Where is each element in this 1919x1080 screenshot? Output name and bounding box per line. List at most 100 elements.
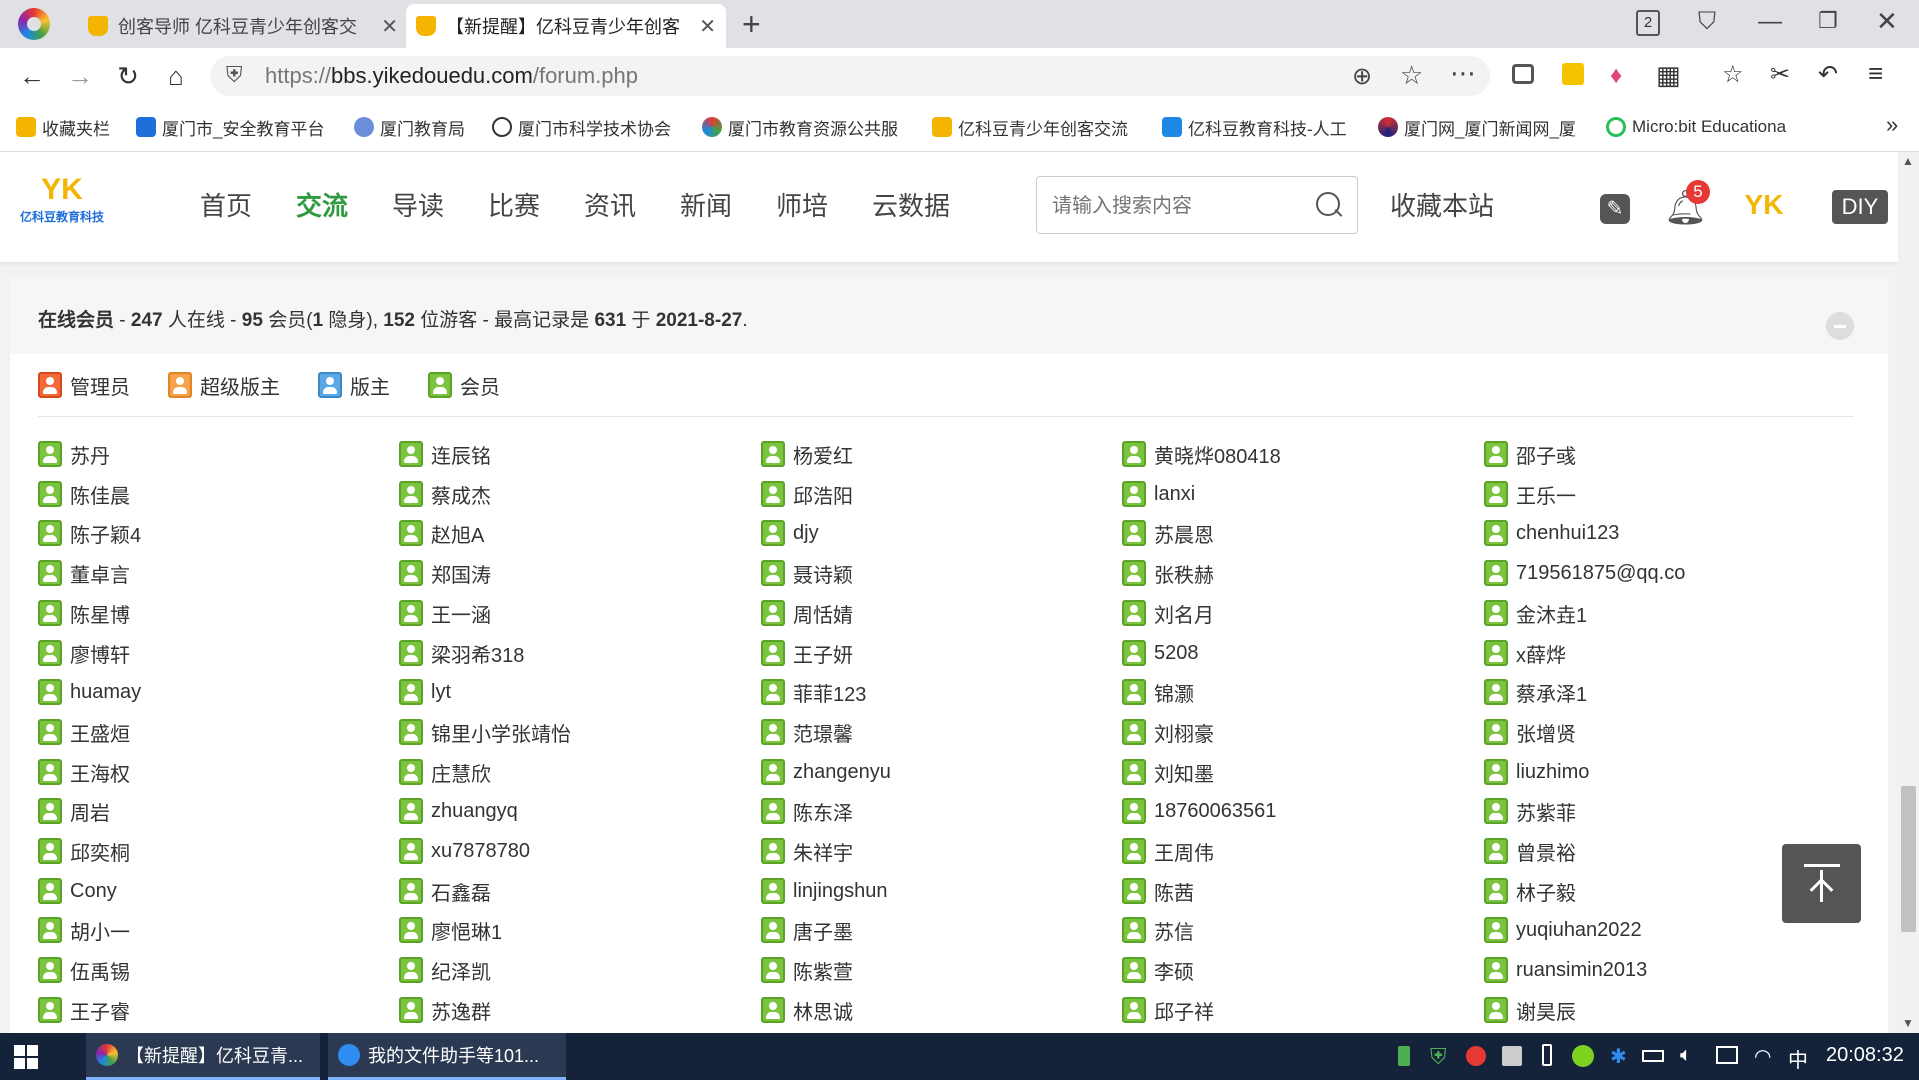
member-entry[interactable]: 王盛烜 (38, 718, 130, 746)
member-entry[interactable]: xu7878780 (399, 837, 530, 865)
member-entry[interactable]: lanxi (1122, 480, 1195, 508)
tray-wifi-icon[interactable]: ◠ (1754, 1044, 1771, 1069)
member-entry[interactable]: 郑国涛 (399, 559, 491, 587)
tray-bluetooth-icon[interactable]: ✱ (1610, 1044, 1627, 1069)
member-entry[interactable]: 谢昊辰 (1484, 996, 1576, 1024)
tray-security-shield-icon[interactable]: ⛨ (1430, 1044, 1447, 1070)
member-entry[interactable]: zhuangyq (399, 797, 518, 825)
member-entry[interactable]: 纪泽凯 (399, 956, 491, 984)
bookmark-site-link[interactable]: 收藏本站 (1390, 186, 1494, 223)
scroll-up-arrow-icon[interactable]: ▲ (1902, 154, 1914, 168)
member-name-link[interactable]: 庄慧欣 (431, 758, 491, 787)
member-entry[interactable]: 锦里小学张靖怡 (399, 718, 571, 746)
tab-new-reminder[interactable]: 【新提醒】亿科豆青少年创客 ✕ (406, 4, 726, 48)
member-entry[interactable]: 菲菲123 (761, 678, 866, 706)
member-name-link[interactable]: 王乐一 (1516, 480, 1576, 509)
nav-contest[interactable]: 比赛 (488, 186, 540, 223)
collapse-icon[interactable] (1826, 312, 1854, 340)
bookmark-yikedou-tech[interactable]: 亿科豆教育科技-人工 (1162, 114, 1362, 140)
member-entry[interactable]: 苏信 (1122, 916, 1194, 944)
member-entry[interactable]: lyt (399, 678, 451, 706)
member-entry[interactable]: 林子毅 (1484, 877, 1576, 905)
member-name-link[interactable]: 董卓言 (70, 559, 130, 588)
member-name-link[interactable]: 5208 (1154, 642, 1199, 665)
member-name-link[interactable]: 胡小一 (70, 916, 130, 945)
member-entry[interactable]: zhangenyu (761, 758, 891, 786)
member-name-link[interactable]: 王海权 (70, 758, 130, 787)
member-entry[interactable]: 苏晨恩 (1122, 519, 1214, 547)
shield-icon[interactable]: ⛨ (226, 62, 243, 88)
member-name-link[interactable]: djy (793, 522, 819, 545)
search-input[interactable] (1050, 186, 1294, 226)
member-entry[interactable]: 蔡成杰 (399, 480, 491, 508)
member-entry[interactable]: 邱浩阳 (761, 480, 853, 508)
member-entry[interactable]: liuzhimo (1484, 758, 1589, 786)
scissors-icon[interactable]: ✂ (1770, 60, 1790, 89)
member-name-link[interactable]: 林子毅 (1516, 877, 1576, 906)
member-name-link[interactable]: 伍禹锡 (70, 956, 130, 985)
member-name-link[interactable]: 李硕 (1154, 956, 1194, 985)
restore-icon[interactable]: ❐ (1818, 8, 1838, 34)
menu-icon[interactable]: ≡ (1868, 58, 1883, 89)
member-entry[interactable]: 曾景裕 (1484, 837, 1576, 865)
tray-usb-icon[interactable] (1542, 1044, 1552, 1066)
nav-home[interactable]: 首页 (200, 186, 252, 223)
member-name-link[interactable]: 邱子祥 (1154, 996, 1214, 1025)
member-entry[interactable]: 金沐垚1 (1484, 599, 1587, 627)
member-entry[interactable]: 王周伟 (1122, 837, 1214, 865)
bookmark-folder[interactable]: 收藏夹栏 (16, 114, 110, 140)
member-name-link[interactable]: 锦里小学张靖怡 (431, 718, 571, 747)
member-entry[interactable]: 邱子祥 (1122, 996, 1214, 1024)
member-entry[interactable]: 黄晓烨080418 (1122, 440, 1281, 468)
member-name-link[interactable]: 18760063561 (1154, 800, 1276, 823)
member-name-link[interactable]: 黄晓烨080418 (1154, 440, 1281, 469)
member-name-link[interactable]: 苏晨恩 (1154, 519, 1214, 548)
member-entry[interactable]: 苏紫菲 (1484, 797, 1576, 825)
bookmark-resource-platform[interactable]: 厦门市教育资源公共服 (702, 114, 912, 140)
member-entry[interactable]: linjingshun (761, 877, 888, 905)
member-entry[interactable]: 石鑫磊 (399, 877, 491, 905)
member-name-link[interactable]: 苏信 (1154, 916, 1194, 945)
tray-360-icon[interactable] (1572, 1045, 1594, 1067)
member-name-link[interactable]: 王盛烜 (70, 718, 130, 747)
member-entry[interactable]: 陈星博 (38, 599, 130, 627)
member-name-link[interactable]: 锦灏 (1154, 678, 1194, 707)
member-entry[interactable]: 梁羽希318 (399, 639, 524, 667)
new-tab-button[interactable]: + (742, 6, 761, 43)
back-arrow-icon[interactable]: ← (12, 56, 52, 96)
member-entry[interactable]: 锦灏 (1122, 678, 1194, 706)
member-name-link[interactable]: 周恬婧 (793, 599, 853, 628)
home-icon[interactable]: ⌂ (156, 56, 196, 96)
member-name-link[interactable]: 719561875@qq.co (1516, 562, 1685, 585)
close-icon[interactable]: ✕ (699, 14, 716, 39)
member-name-link[interactable]: x薛烨 (1516, 639, 1566, 668)
bookmarks-overflow-button[interactable]: » (1886, 112, 1898, 138)
member-entry[interactable]: yuqiuhan2022 (1484, 916, 1642, 944)
member-name-link[interactable]: 范璟馨 (793, 718, 853, 747)
member-entry[interactable]: 周恬婧 (761, 599, 853, 627)
member-name-link[interactable]: 纪泽凯 (431, 956, 491, 985)
member-entry[interactable]: 王海权 (38, 758, 130, 786)
member-entry[interactable]: djy (761, 519, 819, 547)
member-name-link[interactable]: 郑国涛 (431, 559, 491, 588)
member-entry[interactable]: 719561875@qq.co (1484, 559, 1685, 587)
member-name-link[interactable]: 杨爱红 (793, 440, 853, 469)
taskbar-browser-window[interactable]: 【新提醒】亿科豆青... (86, 1033, 320, 1080)
minimize-icon[interactable]: — (1758, 8, 1782, 36)
reload-icon[interactable]: ↻ (108, 56, 148, 96)
more-dots-icon[interactable]: ⋯ (1450, 58, 1476, 89)
member-name-link[interactable]: chenhui123 (1516, 522, 1619, 545)
member-name-link[interactable]: 陈紫萱 (793, 956, 853, 985)
browser-logo-icon[interactable] (18, 8, 50, 40)
apps-grid-icon[interactable]: ▦ (1656, 60, 1681, 91)
zoom-icon[interactable]: ⊕ (1352, 62, 1372, 91)
member-entry[interactable]: huamay (38, 678, 141, 706)
member-entry[interactable]: 林思诚 (761, 996, 853, 1024)
member-name-link[interactable]: xu7878780 (431, 840, 530, 863)
member-name-link[interactable]: 唐子墨 (793, 916, 853, 945)
nav-info[interactable]: 资讯 (584, 186, 636, 223)
member-name-link[interactable]: 陈星博 (70, 599, 130, 628)
bookmark-yikedou-forum[interactable]: 亿科豆青少年创客交流 (932, 114, 1146, 140)
window-counter-badge[interactable]: 2 (1636, 10, 1660, 36)
member-name-link[interactable]: 廖博轩 (70, 639, 130, 668)
